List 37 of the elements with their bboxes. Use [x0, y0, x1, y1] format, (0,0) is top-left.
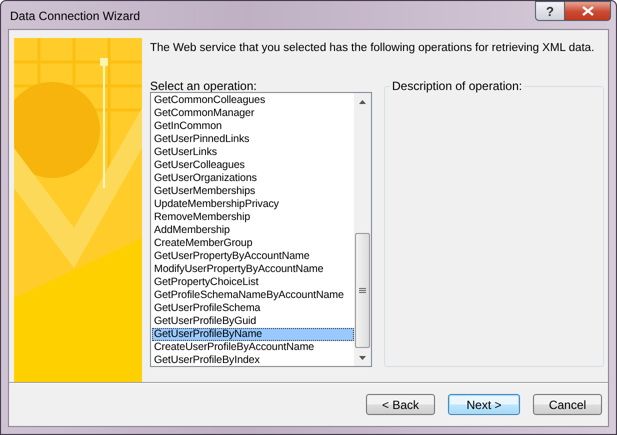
window-title: Data Connection Wizard — [10, 9, 142, 23]
operation-item[interactable]: GetUserOrganizations — [152, 172, 354, 185]
operation-item[interactable]: UpdateMembershipPrivacy — [152, 198, 354, 211]
operation-item[interactable]: CreateMemberGroup — [152, 237, 354, 250]
operation-item[interactable]: ModifyUserPropertyByAccountName — [152, 263, 354, 276]
operation-item[interactable]: GetCommonManager — [152, 107, 354, 120]
list-label: Select an operation: — [150, 81, 258, 91]
operation-item[interactable]: GetInCommon — [152, 120, 354, 133]
intro-text: The Web service that you selected has the following operations for retrieving XML data. — [150, 41, 596, 55]
close-icon — [582, 6, 594, 16]
operation-item[interactable]: GetUserProfileByIndex — [152, 354, 354, 366]
operation-item[interactable]: RemoveMembership — [152, 211, 354, 224]
operation-item[interactable]: GetUserColleagues — [152, 159, 354, 172]
operation-item[interactable]: GetUserProfileByName — [152, 328, 354, 341]
scroll-down-icon[interactable] — [359, 356, 366, 360]
operation-item[interactable]: GetProfileSchemaNameByAccountName — [152, 289, 354, 302]
grip-icon — [359, 287, 366, 294]
wizard-button[interactable]: < Back — [366, 394, 435, 415]
operation-item[interactable]: GetUserMemberships — [152, 185, 354, 198]
operation-item[interactable]: AddMembership — [152, 224, 354, 237]
operation-item[interactable]: GetUserLinks — [152, 146, 354, 159]
close-button[interactable] — [565, 1, 611, 21]
operation-listbox[interactable] — [150, 92, 372, 367]
group-label: Description of operation: — [390, 80, 524, 92]
scroll-thumb[interactable] — [355, 233, 370, 348]
operation-item[interactable]: GetUserProfileSchema — [152, 302, 354, 315]
operation-item[interactable]: GetUserProfileByGuid — [152, 315, 354, 328]
operation-item[interactable]: CreateUserProfileByAccountName — [152, 341, 354, 354]
wizard-button[interactable]: Cancel — [533, 394, 602, 415]
scrollbar[interactable] — [354, 93, 371, 366]
help-button[interactable]: ? — [535, 1, 565, 21]
operation-item[interactable]: GetUserPropertyByAccountName — [152, 250, 354, 263]
wizard-button[interactable]: Next > — [448, 394, 520, 415]
operation-item[interactable]: GetCommonColleagues — [152, 94, 354, 107]
operation-item[interactable]: GetUserPinnedLinks — [152, 133, 354, 146]
operation-item[interactable]: GetPropertyChoiceList — [152, 276, 354, 289]
scroll-up-icon[interactable] — [359, 100, 366, 104]
